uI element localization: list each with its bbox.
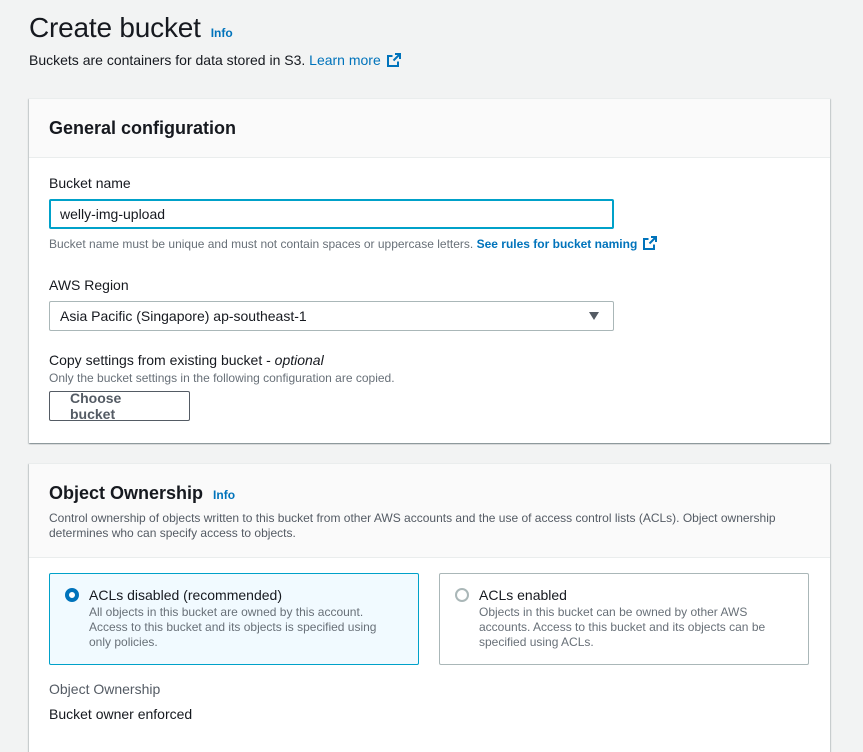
region-label: AWS Region xyxy=(49,277,129,293)
panel-title: General configuration xyxy=(49,118,237,138)
external-link-icon xyxy=(643,236,658,250)
page-title: Create bucket xyxy=(29,12,201,43)
radio-unselected-icon[interactable] xyxy=(455,588,469,602)
learn-more-label: Learn more xyxy=(309,52,381,68)
panel-header: Object Ownership Info Control ownership … xyxy=(29,464,830,558)
ownership-description: Control ownership of objects written to … xyxy=(49,511,776,540)
panel-title: Object Ownership xyxy=(49,483,204,503)
object-ownership-panel: Object Ownership Info Control ownership … xyxy=(29,463,830,752)
option-description: Objects in this bucket can be owned by o… xyxy=(479,605,766,649)
option-description: All objects in this bucket are owned by … xyxy=(89,605,377,649)
naming-rules-label: See rules for bucket naming xyxy=(476,237,638,251)
naming-rules-link[interactable]: See rules for bucket naming xyxy=(476,236,658,251)
ownership-result-value: Bucket owner enforced xyxy=(49,706,193,722)
option-title: ACLs enabled xyxy=(479,587,567,603)
optional-text: optional xyxy=(274,352,324,368)
caret-down-icon xyxy=(589,312,599,320)
external-link-icon xyxy=(386,53,401,67)
radio-selected-icon[interactable] xyxy=(65,588,79,602)
ownership-result-label: Object Ownership xyxy=(49,681,161,697)
info-link[interactable]: Info xyxy=(213,488,235,502)
option-title: ACLs disabled (recommended) xyxy=(89,587,282,603)
copy-settings-hint: Only the bucket settings in the followin… xyxy=(49,371,395,385)
panel-header: General configuration xyxy=(29,99,830,158)
page-description-text: Buckets are containers for data stored i… xyxy=(29,52,306,68)
page-header: Create bucket Info Buckets are container… xyxy=(29,12,401,68)
copy-settings-label: Copy settings from existing bucket - opt… xyxy=(49,352,324,368)
page-description: Buckets are containers for data stored i… xyxy=(29,52,401,68)
info-link[interactable]: Info xyxy=(211,26,233,40)
bucket-name-label: Bucket name xyxy=(49,175,131,191)
bucket-name-hint-text: Bucket name must be unique and must not … xyxy=(49,237,474,251)
general-configuration-panel: General configuration Bucket name welly-… xyxy=(29,98,830,443)
bucket-name-hint: Bucket name must be unique and must not … xyxy=(49,236,658,251)
bucket-name-value: welly-img-upload xyxy=(60,206,166,222)
acls-disabled-option[interactable]: ACLs disabled (recommended) All objects … xyxy=(49,573,419,665)
copy-settings-text: Copy settings from existing bucket - xyxy=(49,352,275,368)
region-value: Asia Pacific (Singapore) ap-southeast-1 xyxy=(60,308,307,324)
choose-bucket-button[interactable]: Choose bucket xyxy=(49,390,190,422)
acls-enabled-option[interactable]: ACLs enabled Objects in this bucket can … xyxy=(439,573,809,665)
region-select[interactable]: Asia Pacific (Singapore) ap-southeast-1 xyxy=(49,301,614,331)
learn-more-link[interactable]: Learn more xyxy=(309,52,401,68)
bucket-name-input[interactable]: welly-img-upload xyxy=(49,199,614,229)
